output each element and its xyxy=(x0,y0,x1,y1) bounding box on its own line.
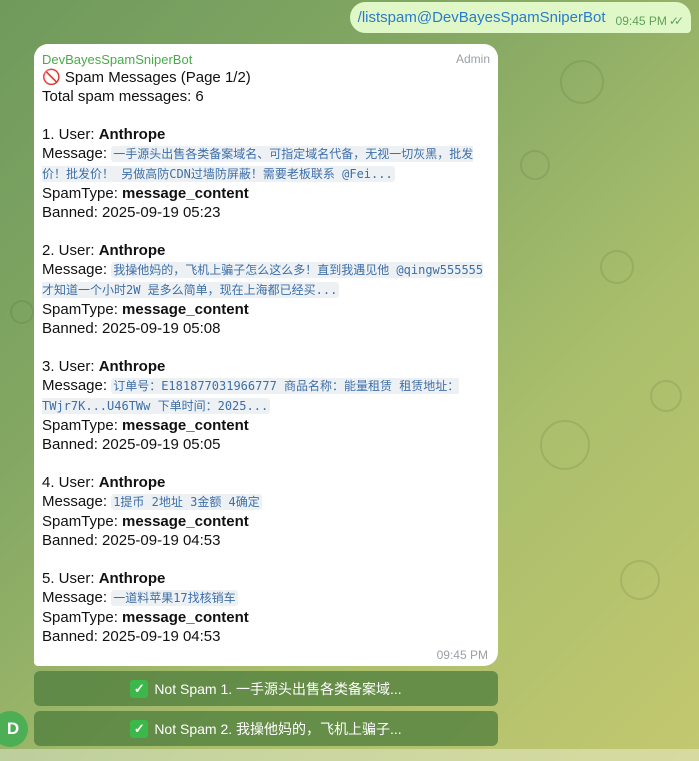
outgoing-message-bubble[interactable]: /listspam@DevBayesSpamSniperBot 09:45 PM… xyxy=(349,2,691,33)
entry-user[interactable]: Anthrope xyxy=(99,358,166,375)
entry-banned-line: Banned: 2025-09-19 05:23 xyxy=(42,204,221,221)
entry-spamtype: message_content xyxy=(122,301,249,318)
entry-spamtype: message_content xyxy=(122,185,249,202)
entry-message-line: Message: 一手源头出售各类备案域名、可指定域名代备，无视一切灰黑，批发价… xyxy=(42,145,474,182)
spam-entry: 2. User: Anthrope Message: 我操他妈的，飞机上骗子怎么这… xyxy=(42,241,490,357)
entry-banned-line: Banned: 2025-09-19 05:05 xyxy=(42,436,221,453)
entry-banned-line: Banned: 2025-09-19 04:53 xyxy=(42,628,221,645)
entry-message-text[interactable]: 一道料苹果17找核销车 xyxy=(111,590,238,606)
entry-user[interactable]: Anthrope xyxy=(99,126,166,143)
entry-message-text[interactable]: 1提币 2地址 3金额 4确定 xyxy=(111,494,262,510)
sender-role: Admin xyxy=(455,52,490,66)
entry-spamtype: message_content xyxy=(122,513,249,530)
entry-spamtype-line: SpamType: message_content xyxy=(42,301,249,318)
spam-entry: 1. User: Anthrope Message: 一手源头出售各类备案域名、可… xyxy=(42,125,490,241)
entry-user[interactable]: Anthrope xyxy=(99,474,166,491)
outgoing-meta: 09:45 PM ✓✓ xyxy=(615,13,685,28)
entry-banned-line: Banned: 2025-09-19 05:08 xyxy=(42,320,221,337)
entry-spamtype: message_content xyxy=(122,417,249,434)
spam-entry: 4. User: Anthrope Message: 1提币 2地址 3金额 4确… xyxy=(42,473,490,569)
spam-entry: 3. User: Anthrope Message: 订单号：E181877031… xyxy=(42,357,490,473)
not-spam-button-2[interactable]: ✓ Not Spam 2. 我操他妈的，飞机上骗子... xyxy=(34,711,498,746)
message-title: 🚫 Spam Messages (Page 1/2) xyxy=(42,69,251,86)
spam-entry: 5. User: Anthrope Message: 一道料苹果17找核销车 Spa… xyxy=(42,569,490,646)
check-mark-icon: ✓ xyxy=(130,719,149,738)
entry-user-line: 5. User: Anthrope xyxy=(42,570,166,587)
entry-user-line: 3. User: Anthrope xyxy=(42,358,166,375)
not-spam-button-1[interactable]: ✓ Not Spam 1. 一手源头出售各类备案域... xyxy=(34,671,498,706)
outgoing-time: 09:45 PM xyxy=(615,13,667,28)
total-count: Total spam messages: 6 xyxy=(42,88,204,105)
entry-spamtype-line: SpamType: message_content xyxy=(42,513,249,530)
message-header: DevBayesSpamSniperBot Admin xyxy=(42,52,490,68)
entry-spamtype: message_content xyxy=(122,609,249,626)
entry-banned-line: Banned: 2025-09-19 04:53 xyxy=(42,532,221,549)
command-link[interactable]: /listspam@DevBayesSpamSniperBot xyxy=(358,9,606,26)
not-spam-button-label: Not Spam 2. 我操他妈的，飞机上骗子... xyxy=(154,720,402,737)
entry-message-line: Message: 订单号：E181877031966777 商品名称：能量租赁 … xyxy=(42,377,460,414)
entry-message-line: Message: 我操他妈的，飞机上骗子怎么这么多！直到我遇见他 @qingw5… xyxy=(42,261,484,298)
entry-user-line: 1. User: Anthrope xyxy=(42,126,166,143)
sender-name[interactable]: DevBayesSpamSniperBot xyxy=(42,52,192,68)
entry-user-line: 4. User: Anthrope xyxy=(42,474,166,491)
not-spam-button-label: Not Spam 1. 一手源头出售各类备案域... xyxy=(154,680,402,697)
entry-spamtype-line: SpamType: message_content xyxy=(42,609,249,626)
entry-spamtype-line: SpamType: message_content xyxy=(42,417,249,434)
entry-user-line: 2. User: Anthrope xyxy=(42,242,166,259)
entry-user[interactable]: Anthrope xyxy=(99,570,166,587)
composer-edge xyxy=(0,749,699,761)
entry-message-line: Message: 1提币 2地址 3金额 4确定 xyxy=(42,493,262,510)
entry-message-line: Message: 一道料苹果17找核销车 xyxy=(42,589,238,606)
entry-user[interactable]: Anthrope xyxy=(99,242,166,259)
spam-entries-list: 1. User: Anthrope Message: 一手源头出售各类备案域名、可… xyxy=(42,125,490,646)
message-time: 09:45 PM xyxy=(436,648,488,662)
no-entry-icon: 🚫 xyxy=(42,69,61,86)
entry-spamtype-line: SpamType: message_content xyxy=(42,185,249,202)
bot-message-bubble[interactable]: DevBayesSpamSniperBot Admin 🚫 Spam Messa… xyxy=(34,44,498,666)
double-check-icon: ✓✓ xyxy=(668,13,684,28)
check-mark-icon: ✓ xyxy=(130,679,149,698)
